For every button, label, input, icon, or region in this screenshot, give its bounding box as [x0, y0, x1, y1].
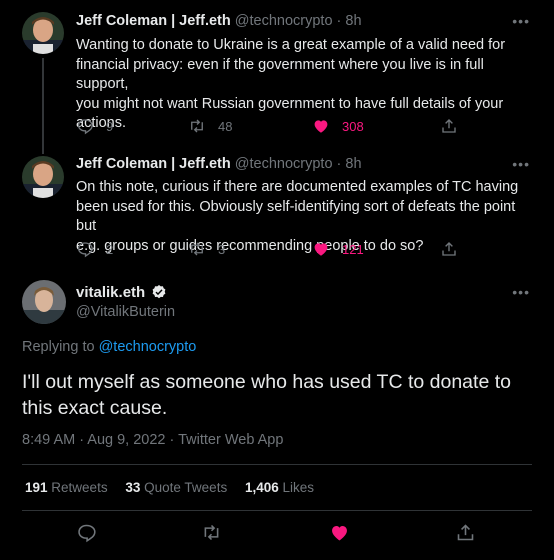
tweet-header: Jeff Coleman | Jeff.eth @technocrypto · …: [76, 156, 362, 172]
reply-count: 2: [106, 241, 114, 257]
tweet-header: Jeff Coleman | Jeff.eth @technocrypto · …: [76, 13, 362, 29]
heart-icon: [314, 120, 328, 133]
more-icon[interactable]: •••: [512, 156, 530, 172]
retweet-icon: [191, 242, 203, 256]
verified-icon: [152, 285, 166, 299]
tweet-meta[interactable]: 8:49 AM · Aug 9, 2022 · Twitter Web App: [22, 432, 283, 448]
retweet-button[interactable]: 48: [188, 117, 232, 135]
retweet-icon: [191, 119, 203, 133]
reply-count: 9: [106, 118, 114, 134]
thread-connector: [42, 150, 44, 154]
reply-button[interactable]: 2: [76, 240, 113, 258]
like-count: 121: [342, 241, 364, 257]
retweets-stat[interactable]: 191 Retweets: [25, 480, 108, 495]
quotes-stat[interactable]: 33 Quote Tweets: [125, 480, 227, 495]
more-icon[interactable]: •••: [512, 284, 530, 300]
thread-connector: [42, 58, 44, 150]
divider: [22, 464, 532, 465]
tweet-stats: 191 Retweets 33 Quote Tweets 1,406 Likes: [25, 480, 314, 495]
reply-icon[interactable]: [76, 522, 97, 543]
author-name[interactable]: Jeff Coleman | Jeff.eth: [76, 13, 231, 29]
retweet-count: 3: [218, 241, 226, 257]
thread-tweet-2[interactable]: Jeff Coleman | Jeff.eth @technocrypto · …: [0, 150, 554, 272]
tweet-actions: 9 48 308: [76, 117, 536, 137]
retweet-icon[interactable]: [201, 522, 222, 543]
main-actions: [0, 522, 554, 546]
author-name[interactable]: Jeff Coleman | Jeff.eth: [76, 156, 231, 172]
share-button[interactable]: [440, 117, 458, 135]
main-tweet: vitalik.eth @VitalikButerin ••• Replying…: [0, 272, 554, 560]
share-icon[interactable]: [455, 522, 476, 543]
author-handle[interactable]: @technocrypto: [235, 156, 333, 172]
avatar-jeff[interactable]: [22, 156, 64, 198]
share-icon: [442, 242, 456, 256]
more-icon[interactable]: •••: [512, 13, 530, 29]
avatar-jeff[interactable]: [22, 12, 64, 54]
heart-icon: [314, 243, 328, 256]
replying-to: Replying to @technocrypto: [22, 339, 197, 355]
tweet-actions: 2 3 121: [76, 240, 536, 260]
thread-tweet-1[interactable]: Jeff Coleman | Jeff.eth @technocrypto · …: [0, 0, 554, 150]
tweet-time[interactable]: 8h: [345, 13, 361, 29]
divider: [22, 510, 532, 511]
like-button[interactable]: 121: [312, 240, 364, 258]
author-handle[interactable]: @VitalikButerin: [76, 304, 175, 320]
reply-icon: [77, 119, 93, 135]
reply-icon: [77, 242, 93, 258]
main-author: vitalik.eth: [76, 284, 167, 301]
avatar-vitalik[interactable]: [22, 280, 66, 324]
retweet-button[interactable]: 3: [188, 240, 225, 258]
author-handle[interactable]: @technocrypto: [235, 13, 333, 29]
replying-to-link[interactable]: @technocrypto: [99, 339, 197, 355]
heart-icon[interactable]: [329, 522, 350, 543]
reply-button[interactable]: 9: [76, 117, 113, 135]
like-button[interactable]: 308: [312, 117, 364, 135]
tweet-time[interactable]: 8h: [345, 156, 361, 172]
main-tweet-text: I'll out myself as someone who has used …: [22, 371, 511, 419]
like-count: 308: [342, 118, 364, 134]
share-button[interactable]: [440, 240, 458, 258]
likes-stat[interactable]: 1,406 Likes: [245, 480, 314, 495]
share-icon: [442, 119, 456, 133]
retweet-count: 48: [218, 118, 233, 134]
author-name[interactable]: vitalik.eth: [76, 284, 145, 301]
